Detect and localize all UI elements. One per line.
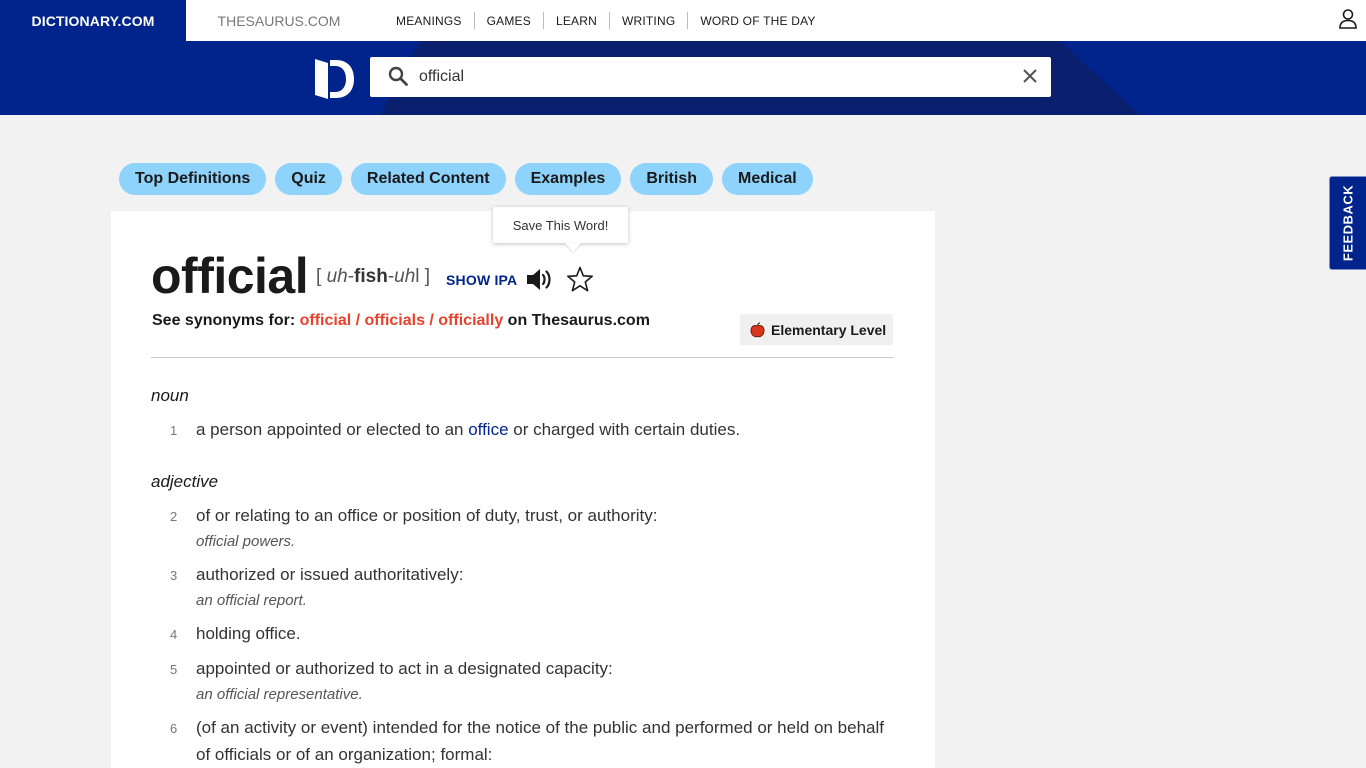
definition-6: (of an activity or event) intended for t… (196, 718, 884, 764)
definition-text: or charged with certain duties. (508, 420, 741, 439)
pron-close-bracket: ] (419, 266, 431, 287)
header-band (0, 41, 1366, 115)
top-nav: DICTIONARY.COM THESAURUS.COM MEANINGS GA… (0, 0, 1366, 41)
pill-medical[interactable]: Medical (721, 163, 813, 195)
definition-example: an official report. (196, 592, 307, 609)
definition-3: authorized or issued authoritatively: (196, 565, 464, 584)
save-word-tooltip: Save This Word! (493, 207, 628, 243)
apple-icon (750, 321, 765, 337)
speaker-icon[interactable] (526, 267, 553, 292)
pos-adjective: adjective (151, 472, 219, 491)
definition-number: 3 (170, 568, 178, 583)
nav-word-of-the-day[interactable]: WORD OF THE DAY (688, 14, 827, 28)
search-bar (370, 57, 1051, 97)
synonyms-prefix: See synonyms for: (152, 312, 300, 329)
definition-5: appointed or authorized to act in a desi… (196, 659, 613, 678)
feedback-tab[interactable]: FEEDBACK (1329, 176, 1366, 270)
user-icon[interactable] (1338, 8, 1358, 30)
synonyms-line: See synonyms for: official / officials /… (152, 312, 650, 330)
pron-syllable: uh (394, 266, 416, 287)
dictionary-logo-icon[interactable] (314, 56, 354, 102)
pos-noun: noun (151, 386, 189, 405)
definition-2: of or relating to an office or position … (196, 506, 658, 525)
definition-number: 2 (170, 509, 178, 524)
definition-4: holding office. (196, 624, 301, 643)
entry-divider (151, 357, 894, 358)
nav-links: MEANINGS GAMES LEARN WRITING WORD OF THE… (384, 0, 828, 41)
definition-1: a person appointed or elected to an offi… (196, 416, 886, 443)
pronunciation: [ uh-fish-uhl ] (316, 266, 430, 288)
headword: official (151, 248, 309, 304)
search-icon[interactable] (388, 66, 408, 86)
star-icon[interactable] (566, 266, 594, 293)
nav-meanings[interactable]: MEANINGS (384, 14, 474, 28)
pill-examples[interactable]: Examples (514, 163, 622, 195)
pron-open-bracket: [ (316, 266, 327, 287)
synonyms-links[interactable]: official / officials / officially (300, 312, 504, 329)
definition-link-office[interactable]: office (468, 420, 508, 439)
nav-learn[interactable]: LEARN (544, 14, 609, 28)
clear-icon[interactable] (1021, 67, 1039, 85)
thesaurus-tab[interactable]: THESAURUS.COM (186, 0, 372, 41)
pill-related-content[interactable]: Related Content (350, 163, 506, 195)
pill-top-definitions[interactable]: Top Definitions (119, 163, 267, 195)
definition-example: official powers. (196, 533, 296, 550)
definition-number: 6 (170, 721, 178, 736)
pron-stressed-syllable: fish (354, 266, 388, 287)
level-badge: Elementary Level (740, 314, 893, 345)
pill-british[interactable]: British (630, 163, 713, 195)
definition-example: an official representative. (196, 686, 363, 703)
definition-text: a person appointed or elected to an (196, 420, 469, 439)
level-label: Elementary Level (771, 321, 887, 338)
tooltip-arrow (565, 243, 581, 252)
section-pills: Top Definitions Quiz Related Content Exa… (119, 163, 813, 195)
nav-games[interactable]: GAMES (475, 14, 543, 28)
definition-number: 5 (170, 662, 178, 677)
synonyms-suffix: on Thesaurus.com (503, 312, 650, 329)
definition-number: 1 (170, 423, 178, 438)
show-ipa-button[interactable]: SHOW IPA (446, 272, 517, 288)
search-input[interactable] (419, 57, 999, 97)
pill-quiz[interactable]: Quiz (275, 163, 342, 195)
pron-syllable: uh (326, 266, 348, 287)
feedback-label: FEEDBACK (1340, 184, 1356, 262)
definition-number: 4 (170, 627, 178, 642)
nav-writing[interactable]: WRITING (610, 14, 687, 28)
dictionary-tab[interactable]: DICTIONARY.COM (0, 0, 186, 41)
